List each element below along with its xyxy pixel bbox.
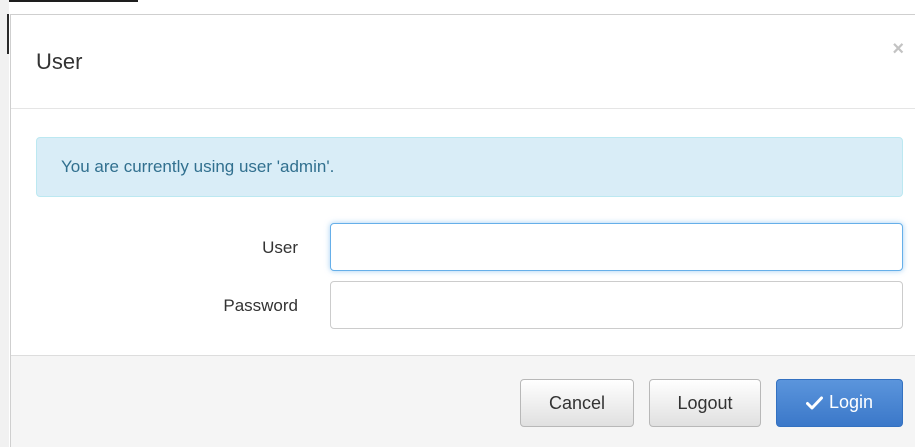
user-label: User	[262, 238, 298, 257]
dialog-title: User	[36, 49, 83, 74]
password-input[interactable]	[330, 281, 903, 329]
user-dialog: User × You are currently using user 'adm…	[10, 14, 915, 447]
login-button-label: Login	[828, 391, 874, 412]
cancel-button[interactable]: Cancel	[520, 379, 634, 427]
logout-button[interactable]: Logout	[649, 379, 761, 427]
password-form-row: Password	[11, 281, 915, 331]
dialog-header: User ×	[11, 15, 915, 109]
check-icon	[805, 394, 823, 415]
screen: User × You are currently using user 'adm…	[0, 0, 915, 447]
info-alert: You are currently using user 'admin'.	[36, 137, 903, 197]
user-input[interactable]	[330, 223, 903, 271]
backdrop-overlay	[0, 0, 9, 447]
user-form-row: User	[11, 223, 915, 273]
backdrop-edge	[0, 0, 138, 14]
password-label: Password	[223, 296, 298, 315]
login-button[interactable]: Login	[776, 379, 903, 427]
close-button[interactable]: ×	[892, 39, 904, 59]
dialog-footer: Cancel Logout Login	[11, 355, 915, 447]
